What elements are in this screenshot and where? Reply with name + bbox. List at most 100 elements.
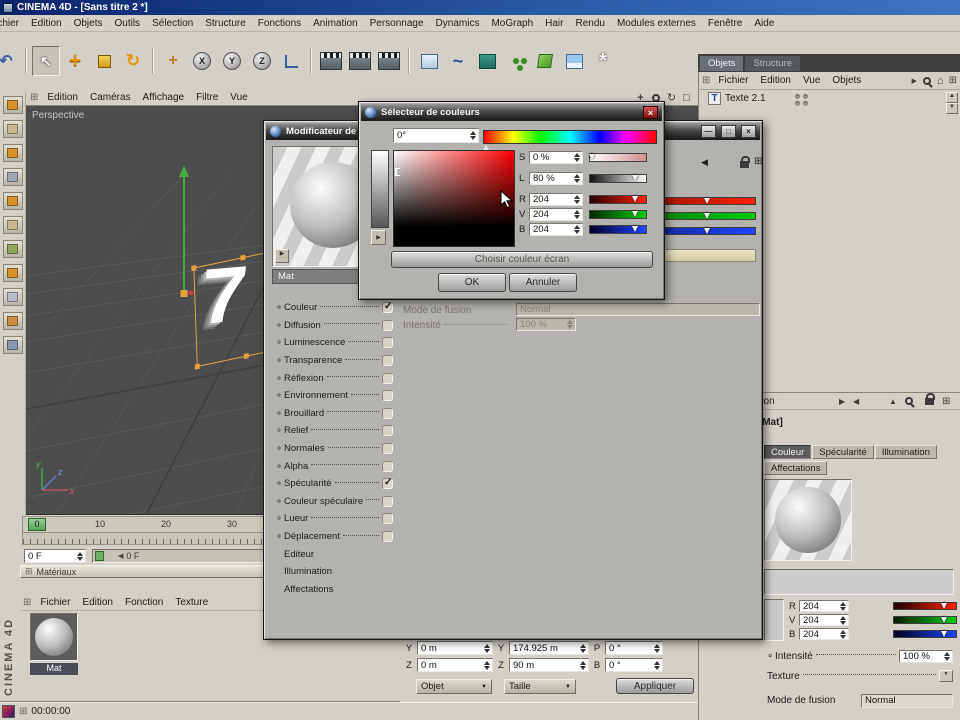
material-channel-row[interactable]: Lueur: [270, 510, 398, 528]
visibility-dot[interactable]: [803, 101, 808, 106]
slider-handle[interactable]: [940, 631, 947, 637]
slider-handle[interactable]: [631, 225, 638, 232]
close-button[interactable]: ×: [643, 106, 658, 119]
channel-checkbox[interactable]: [382, 513, 393, 525]
menu-item[interactable]: Filtre: [190, 90, 224, 105]
channel-value-field[interactable]: 204: [529, 222, 583, 236]
channel-value-field[interactable]: 204: [529, 192, 583, 206]
material-channel-row[interactable]: Alpha: [270, 457, 398, 475]
material-channel-row[interactable]: Couleur spéculaire: [270, 493, 398, 511]
prev-icon[interactable]: ◀: [853, 397, 859, 406]
texture-picker-button[interactable]: ▼: [939, 670, 953, 682]
visibility-dot[interactable]: [795, 101, 800, 106]
toggle-view-icon[interactable]: □: [679, 92, 694, 104]
hue-bar[interactable]: [483, 130, 657, 144]
value-strip[interactable]: [371, 150, 389, 228]
menu-item[interactable]: Objets: [68, 16, 109, 31]
search-icon[interactable]: [905, 397, 913, 405]
move-tool-button[interactable]: +: [61, 46, 89, 76]
channel-value-field[interactable]: 204: [799, 600, 849, 612]
play-icon[interactable]: ▶: [912, 77, 917, 85]
menu-item[interactable]: Hair: [539, 16, 569, 31]
search-icon[interactable]: [922, 76, 931, 85]
spinner[interactable]: [578, 643, 586, 653]
intensity-field[interactable]: 100 %: [899, 649, 953, 663]
menu-item[interactable]: Caméras: [84, 90, 137, 105]
minimize-button[interactable]: —: [701, 125, 716, 138]
attribute-tab[interactable]: Affectations: [764, 461, 828, 475]
spinner[interactable]: [572, 194, 580, 204]
selection-handle[interactable]: [243, 353, 249, 360]
menu-item[interactable]: Fonction: [119, 595, 169, 610]
selection-handle[interactable]: [194, 363, 200, 370]
visibility-dot[interactable]: [795, 94, 800, 99]
scroll-down-button[interactable]: ▼: [946, 103, 958, 114]
axis-lock-button[interactable]: Z: [248, 46, 276, 76]
add-modeling-button[interactable]: [502, 46, 530, 76]
frame-field[interactable]: 0 F: [24, 549, 86, 563]
coord-field[interactable]: 174.925 m: [509, 641, 589, 655]
slider-handle[interactable]: [940, 603, 947, 609]
material-thumbnail[interactable]: [30, 613, 78, 661]
attribute-tab[interactable]: Spécularité: [812, 445, 874, 459]
channel-checkbox[interactable]: [382, 407, 393, 419]
color-swatch-mini[interactable]: [764, 599, 784, 641]
home-icon[interactable]: ⌂: [937, 75, 944, 87]
spinner[interactable]: [572, 152, 580, 162]
prev-icon[interactable]: ◀: [118, 552, 123, 560]
axis-lock-button[interactable]: X: [188, 46, 216, 76]
menu-item[interactable]: MoGraph: [485, 16, 539, 31]
color-swatch-bar[interactable]: [764, 569, 954, 595]
channel-checkbox[interactable]: [382, 495, 393, 507]
material-channel-row[interactable]: Transparence: [270, 352, 398, 370]
menu-item[interactable]: Rendu: [569, 16, 610, 31]
left-tool-icon-10[interactable]: [2, 312, 23, 330]
compact-mode-button[interactable]: ▶: [371, 230, 386, 245]
add-nurbs-button[interactable]: [473, 46, 501, 76]
object-item[interactable]: T Texte 2.1: [699, 90, 960, 107]
menu-item[interactable]: Fichier: [0, 16, 25, 31]
titlebar[interactable]: CINEMA 4D - [Sans titre 2 *]: [0, 0, 960, 15]
render-view-button[interactable]: [317, 46, 345, 76]
channel-slider[interactable]: [589, 209, 647, 219]
up-icon[interactable]: ▲: [889, 397, 897, 406]
render-region-button[interactable]: [346, 46, 374, 76]
spinner[interactable]: [482, 643, 490, 653]
preview-options-button[interactable]: ▶: [275, 249, 289, 263]
channel-value-field[interactable]: 204: [799, 628, 849, 640]
coord-field[interactable]: 0 m: [417, 641, 493, 655]
material-channel-row[interactable]: Spécularité: [270, 475, 398, 493]
channel-slider[interactable]: [589, 194, 647, 204]
play-icon[interactable]: ▶: [839, 397, 845, 406]
channel-slider[interactable]: [589, 152, 647, 162]
channel-slider[interactable]: [589, 224, 647, 234]
slider-handle[interactable]: [940, 617, 947, 623]
menu-item[interactable]: Modules externes: [611, 16, 702, 31]
grid-icon[interactable]: ⊞: [754, 156, 762, 167]
axis-lock-button[interactable]: Y: [218, 46, 246, 76]
left-tool-icon-5[interactable]: [2, 192, 23, 210]
y-axis-gizmo[interactable]: [178, 164, 194, 304]
selection-tool-button[interactable]: ↖: [32, 46, 60, 76]
channel-checkbox[interactable]: [382, 443, 393, 455]
coord-size-dropdown[interactable]: Taille ▼: [504, 679, 576, 694]
add-spline-button[interactable]: ~: [444, 46, 472, 76]
material-channel-row[interactable]: Editeur: [270, 545, 398, 563]
spinner[interactable]: [838, 629, 846, 639]
slider-handle[interactable]: [631, 174, 638, 181]
screen-color-button[interactable]: Choisir couleur écran: [391, 251, 653, 268]
menu-item[interactable]: Fenêtre: [702, 16, 748, 31]
channel-checkbox[interactable]: [382, 390, 393, 402]
spinner[interactable]: [75, 551, 83, 561]
menu-item[interactable]: Edition: [76, 595, 119, 610]
tab-objets[interactable]: Objets: [700, 55, 744, 71]
material-channel-row[interactable]: Diffusion: [270, 317, 398, 335]
menu-item[interactable]: Fonctions: [252, 16, 307, 31]
rotate-view-icon[interactable]: ↻: [664, 91, 679, 104]
menu-item[interactable]: Objets: [826, 73, 867, 88]
left-tool-icon-9[interactable]: [2, 288, 23, 306]
spinner[interactable]: [652, 643, 660, 653]
left-tool-icon-7[interactable]: [2, 240, 23, 258]
material-channel-row[interactable]: Réflexion: [270, 369, 398, 387]
current-frame-marker[interactable]: 0: [28, 518, 46, 531]
